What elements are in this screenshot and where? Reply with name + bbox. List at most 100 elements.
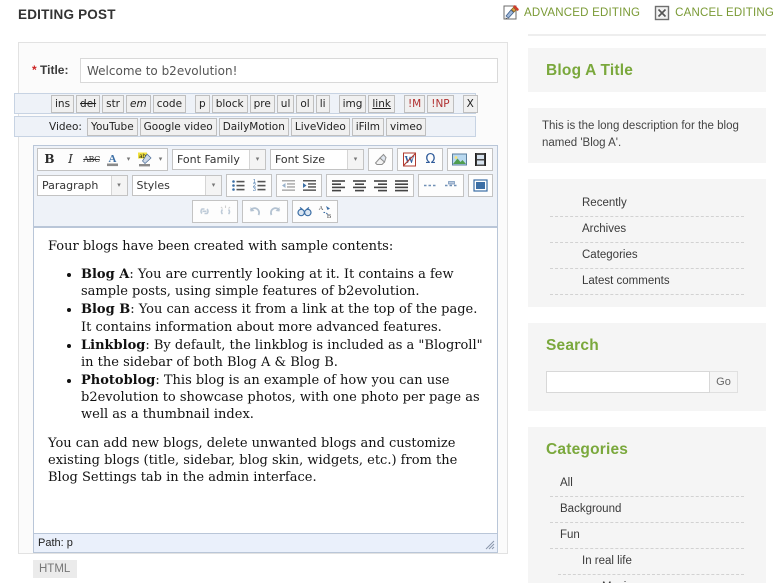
highlight-color-button[interactable]: ab: [134, 150, 155, 169]
quicktag-code[interactable]: code: [152, 94, 187, 113]
quicktag-ul[interactable]: ul: [276, 94, 295, 113]
font-size-select[interactable]: Font Size ▾: [270, 148, 364, 170]
post-content-editor[interactable]: Four blogs have been created with sample…: [33, 227, 498, 534]
insert-media-icon[interactable]: [470, 150, 491, 169]
cancel-editing-label: CANCEL EDITING: [675, 7, 774, 19]
sidebar-item-recently[interactable]: Recently: [550, 191, 744, 218]
outdent-icon[interactable]: [278, 176, 299, 195]
fullscreen-icon[interactable]: [470, 176, 491, 195]
list-item: Photoblog: This blog is an example of ho…: [81, 372, 483, 423]
paste-from-word-icon[interactable]: W: [399, 150, 420, 169]
bullet-term: Blog A: [81, 267, 130, 283]
sidebar-top-divider: [528, 34, 766, 36]
align-right-icon[interactable]: [370, 176, 391, 195]
styles-select[interactable]: Styles ▾: [131, 174, 222, 196]
quicktag-img[interactable]: img: [338, 94, 367, 113]
quicktag-del[interactable]: del: [76, 94, 101, 113]
special-character-icon[interactable]: Ω: [420, 150, 441, 169]
text-color-button[interactable]: A: [102, 150, 123, 169]
rte-toolbar-row1: B I ABC A ▾ ab ▾ Font Family ▾ Font Size…: [34, 146, 497, 172]
quicktag-youtube[interactable]: YouTube: [86, 117, 138, 136]
quicktag-more[interactable]: !M: [403, 94, 426, 113]
quicktag-nextpage[interactable]: !NP: [427, 94, 454, 113]
more-break-icon[interactable]: [441, 176, 462, 195]
cancel-editing-link[interactable]: CANCEL EDITING: [654, 5, 774, 21]
find-replace-icon[interactable]: A B: [315, 202, 336, 221]
svg-text:A: A: [319, 205, 324, 212]
quicktag-livevideo[interactable]: LiveVideo: [290, 117, 350, 136]
blog-description: This is the long description for the blo…: [528, 108, 766, 164]
quicktag-block[interactable]: block: [211, 94, 248, 113]
search-block: Search Go: [528, 323, 766, 412]
styles-chevron-down-icon: ▾: [205, 175, 221, 195]
italic-button[interactable]: I: [60, 150, 81, 169]
align-justify-icon[interactable]: [391, 176, 412, 195]
pencil-edit-icon: [503, 5, 519, 21]
quicktag-p[interactable]: p: [195, 94, 210, 113]
quicktag-close[interactable]: X: [462, 94, 478, 113]
quicktag-li[interactable]: li: [315, 94, 330, 113]
paragraph-format-select[interactable]: Paragraph ▾: [37, 174, 128, 196]
search-go-button[interactable]: Go: [710, 371, 738, 394]
sidebar-item-archives[interactable]: Archives: [550, 217, 744, 244]
font-family-select[interactable]: Font Family ▾: [172, 148, 266, 170]
quicktag-vimeo[interactable]: vimeo: [386, 117, 427, 136]
editor-path-text: Path: p: [38, 537, 73, 549]
category-item-movies[interactable]: Movies: [568, 575, 744, 583]
rte-toolbar-row3: A B: [34, 198, 497, 224]
align-center-icon[interactable]: [349, 176, 370, 195]
highlight-color-chevron-down-icon[interactable]: ▾: [155, 150, 166, 169]
unlink-icon[interactable]: [215, 202, 236, 221]
bullet-term: Photoblog: [81, 373, 156, 389]
find-icon[interactable]: [294, 202, 315, 221]
strikethrough-button[interactable]: ABC: [81, 150, 102, 169]
category-item-all[interactable]: All: [550, 471, 744, 498]
rte-cleanup-group: [368, 147, 393, 171]
category-item-background[interactable]: Background: [550, 497, 744, 524]
indent-icon[interactable]: [299, 176, 320, 195]
remove-formatting-icon[interactable]: [370, 150, 391, 169]
quicktag-ol[interactable]: ol: [296, 94, 314, 113]
content-bullet-list: Blog A: You are currently looking at it.…: [48, 266, 483, 423]
rte-format-group: B I ABC A ▾ ab ▾: [37, 147, 168, 171]
bullet-list-icon[interactable]: [228, 176, 249, 195]
rte-fullscreen-group: [468, 173, 493, 197]
rte-indent-group: [276, 173, 322, 197]
sidebar-item-categories[interactable]: Categories: [550, 243, 744, 270]
search-input[interactable]: [546, 371, 710, 394]
bold-button[interactable]: B: [39, 150, 60, 169]
redo-icon[interactable]: [265, 202, 286, 221]
insert-image-icon[interactable]: [449, 150, 470, 169]
category-item-fun[interactable]: Fun: [550, 523, 744, 550]
font-family-value: Font Family: [177, 152, 240, 166]
required-asterisk: *: [32, 63, 37, 77]
advanced-editing-link[interactable]: ADVANCED EDITING: [503, 5, 640, 21]
post-title-input[interactable]: [80, 58, 498, 83]
numbered-list-icon[interactable]: 1 2 3: [249, 176, 270, 195]
blog-title-block: Blog A Title: [528, 48, 766, 92]
page-break-icon[interactable]: [420, 176, 441, 195]
quicktag-ifilm[interactable]: iFilm: [351, 117, 385, 136]
category-item-in-real-life[interactable]: In real life: [558, 549, 744, 576]
quicktag-google-video[interactable]: Google video: [139, 117, 217, 136]
quicktag-pre[interactable]: pre: [249, 94, 275, 113]
quicktag-em[interactable]: em: [126, 94, 151, 113]
undo-icon[interactable]: [244, 202, 265, 221]
content-intro: Four blogs have been created with sample…: [48, 239, 394, 254]
bullet-text: : You are currently looking at it. It co…: [81, 267, 454, 300]
insert-link-icon[interactable]: [194, 202, 215, 221]
editor-resize-handle[interactable]: [483, 538, 495, 550]
quicktag-str[interactable]: str: [102, 94, 124, 113]
paragraph-format-value: Paragraph: [42, 178, 99, 192]
tab-html[interactable]: HTML: [33, 560, 78, 578]
blog-nav-list: Recently Archives Categories Latest comm…: [528, 179, 766, 307]
list-item: Blog A: You are currently looking at it.…: [81, 266, 483, 300]
align-left-icon[interactable]: [328, 176, 349, 195]
sidebar-item-latest-comments[interactable]: Latest comments: [550, 269, 744, 296]
font-size-chevron-down-icon: ▾: [347, 149, 363, 169]
quicktag-link[interactable]: link: [368, 94, 395, 113]
text-color-chevron-down-icon[interactable]: ▾: [123, 150, 134, 169]
quicktag-ins[interactable]: ins: [51, 94, 75, 113]
header-actions: ADVANCED EDITING CANCEL EDITING: [503, 5, 774, 21]
quicktag-dailymotion[interactable]: DailyMotion: [218, 117, 289, 136]
